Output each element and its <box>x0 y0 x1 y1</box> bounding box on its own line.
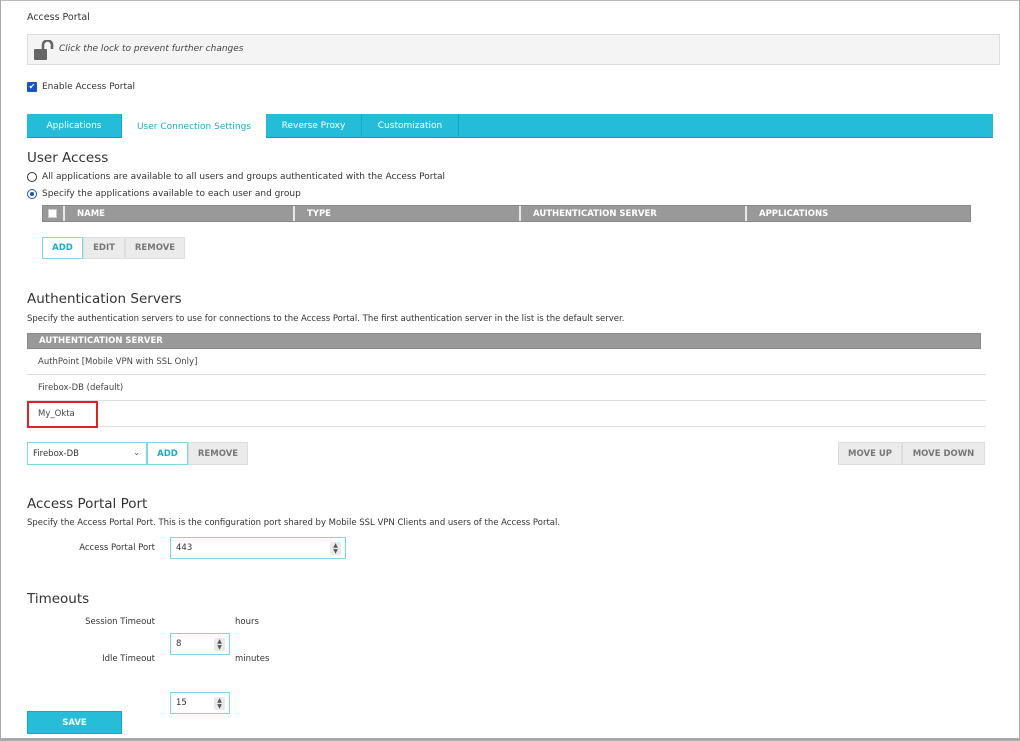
move-buttons: MOVE UP MOVE DOWN <box>838 442 985 465</box>
auth-server-name: Firebox-DB (default) <box>38 382 124 393</box>
session-timeout-input[interactable]: 8 ▲ ▼ <box>170 633 230 655</box>
radio-all-applications[interactable]: All applications are available to all us… <box>27 172 445 182</box>
column-type[interactable]: TYPE <box>295 206 521 221</box>
select-all-checkbox[interactable] <box>48 209 57 218</box>
enable-access-portal-label: Enable Access Portal <box>42 82 136 92</box>
column-name[interactable]: NAME <box>65 206 295 221</box>
auth-server-select[interactable]: Firebox-DB ⌄ <box>27 442 147 465</box>
user-access-heading: User Access <box>27 150 109 166</box>
idle-timeout-unit: minutes <box>235 654 270 664</box>
unlocked-padlock-icon[interactable] <box>33 39 57 62</box>
radio-label: All applications are available to all us… <box>42 172 445 182</box>
list-item[interactable]: AuthPoint [Mobile VPN with SSL Only] <box>27 349 986 375</box>
portal-port-heading: Access Portal Port <box>27 496 148 512</box>
portal-port-value: 443 <box>176 543 193 553</box>
page-title: Access Portal <box>27 12 90 23</box>
radio-button[interactable] <box>27 172 37 182</box>
auth-servers-column-header: AUTHENTICATION SERVER <box>27 333 981 349</box>
chevron-down-icon: ⌄ <box>133 448 140 457</box>
spinner-icon[interactable]: ▲ ▼ <box>214 638 225 651</box>
radio-button-selected[interactable] <box>27 189 37 199</box>
timeouts-heading: Timeouts <box>27 591 90 607</box>
column-authentication-server[interactable]: AUTHENTICATION SERVER <box>521 206 747 221</box>
tab-user-connection-settings[interactable]: User Connection Settings <box>122 114 266 139</box>
user-access-table-header: NAME TYPE AUTHENTICATION SERVER APPLICAT… <box>42 205 971 222</box>
auth-server-name: AuthPoint [Mobile VPN with SSL Only] <box>38 356 198 367</box>
select-all-cell <box>43 206 65 221</box>
lock-bar: Click the lock to prevent further change… <box>27 34 1000 65</box>
remove-auth-server-button[interactable]: REMOVE <box>188 442 248 465</box>
move-up-button[interactable]: MOVE UP <box>838 442 902 465</box>
session-timeout-value: 8 <box>176 639 182 649</box>
radio-label: Specify the applications available to ea… <box>42 189 301 199</box>
portal-port-description: Specify the Access Portal Port. This is … <box>27 518 561 528</box>
save-button[interactable]: SAVE <box>27 711 122 734</box>
auth-servers-heading: Authentication Servers <box>27 291 182 307</box>
add-user-access-button[interactable]: ADD <box>42 237 83 259</box>
idle-timeout-label: Idle Timeout <box>102 654 155 664</box>
move-down-button[interactable]: MOVE DOWN <box>902 442 985 465</box>
spinner-icon[interactable]: ▲ ▼ <box>330 542 341 555</box>
auth-servers-description: Specify the authentication servers to us… <box>27 314 625 324</box>
user-access-buttons: ADD EDIT REMOVE <box>42 237 185 259</box>
portal-port-label: Access Portal Port <box>79 543 155 553</box>
enable-access-portal-checkbox[interactable]: ✔ Enable Access Portal <box>27 82 135 92</box>
auth-servers-list: AUTHENTICATION SERVER AuthPoint [Mobile … <box>27 333 986 428</box>
idle-timeout-input[interactable]: 15 ▲ ▼ <box>170 692 230 714</box>
idle-timeout-value: 15 <box>176 698 187 708</box>
tab-bar: Applications User Connection Settings Re… <box>27 114 993 139</box>
highlight-box <box>27 401 98 428</box>
checkmark-icon[interactable]: ✔ <box>27 82 37 92</box>
tab-applications[interactable]: Applications <box>27 114 122 138</box>
list-item[interactable]: Firebox-DB (default) <box>27 375 986 401</box>
lock-message: Click the lock to prevent further change… <box>59 44 244 54</box>
add-auth-server-button[interactable]: ADD <box>147 442 188 465</box>
spinner-icon[interactable]: ▲ ▼ <box>214 697 225 710</box>
tab-customization[interactable]: Customization <box>362 114 459 138</box>
column-applications[interactable]: APPLICATIONS <box>747 206 970 221</box>
auth-server-select-value: Firebox-DB <box>33 448 79 459</box>
edit-user-access-button[interactable]: EDIT <box>83 237 125 259</box>
remove-user-access-button[interactable]: REMOVE <box>125 237 185 259</box>
tab-reverse-proxy[interactable]: Reverse Proxy <box>266 114 362 138</box>
session-timeout-label: Session Timeout <box>85 617 155 627</box>
list-item-highlighted[interactable]: My_Okta <box>27 401 986 428</box>
radio-specify-applications[interactable]: Specify the applications available to ea… <box>27 189 301 199</box>
auth-server-controls: Firebox-DB ⌄ ADD REMOVE <box>27 442 248 465</box>
session-timeout-unit: hours <box>235 617 259 627</box>
portal-port-input[interactable]: 443 ▲ ▼ <box>170 537 346 559</box>
